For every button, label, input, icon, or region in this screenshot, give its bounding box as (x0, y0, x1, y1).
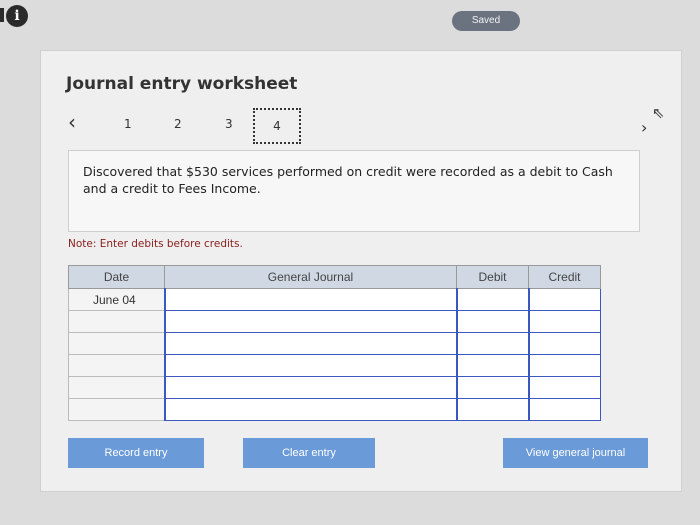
credit-input[interactable] (527, 376, 601, 399)
debit-input[interactable] (455, 310, 529, 333)
mouse-cursor-icon: ⇖ (652, 104, 665, 122)
worksheet-title: Journal entry worksheet (66, 74, 298, 94)
table-row (68, 376, 601, 399)
step-4-tab-active[interactable]: 4 (253, 108, 301, 144)
debit-column-header: Debit (456, 265, 529, 289)
info-icon[interactable]: i (6, 5, 28, 27)
account-input[interactable] (163, 310, 457, 333)
credit-input[interactable] (527, 288, 601, 311)
credit-input[interactable] (527, 310, 601, 333)
date-cell (68, 376, 165, 399)
step-2-tab[interactable]: 2 (174, 117, 182, 131)
credit-column-header: Credit (528, 265, 601, 289)
debit-input[interactable] (455, 376, 529, 399)
date-cell (68, 354, 165, 377)
table-row (68, 310, 601, 333)
credit-input[interactable] (527, 332, 601, 355)
general-journal-column-header: General Journal (164, 265, 457, 289)
date-cell: June 04 (68, 288, 165, 311)
view-general-journal-button[interactable]: View general journal (503, 438, 648, 468)
account-input[interactable] (163, 376, 457, 399)
table-row (68, 398, 601, 421)
saved-status-badge: Saved (452, 11, 520, 31)
table-row: June 04 (68, 288, 601, 311)
account-input[interactable] (163, 354, 457, 377)
debit-input[interactable] (455, 288, 529, 311)
clear-entry-button[interactable]: Clear entry (243, 438, 375, 468)
transaction-description: Discovered that $530 services performed … (68, 150, 640, 232)
instruction-note: Note: Enter debits before credits. (68, 238, 243, 250)
record-entry-button[interactable]: Record entry (68, 438, 204, 468)
journal-entry-table: Date General Journal Debit Credit June 0… (68, 265, 601, 421)
previous-step-button[interactable]: ‹ (68, 110, 76, 134)
window-edge-mark (0, 8, 4, 22)
table-header-row: Date General Journal Debit Credit (68, 265, 601, 289)
table-row (68, 354, 601, 377)
credit-input[interactable] (527, 354, 601, 377)
credit-input[interactable] (527, 398, 601, 421)
date-column-header: Date (68, 265, 165, 289)
account-input[interactable] (163, 288, 457, 311)
debit-input[interactable] (455, 354, 529, 377)
date-cell (68, 310, 165, 333)
debit-input[interactable] (455, 332, 529, 355)
date-cell (68, 398, 165, 421)
step-3-tab[interactable]: 3 (225, 117, 233, 131)
step-1-tab[interactable]: 1 (124, 117, 132, 131)
debit-input[interactable] (455, 398, 529, 421)
account-input[interactable] (163, 332, 457, 355)
date-cell (68, 332, 165, 355)
account-input[interactable] (163, 398, 457, 421)
table-row (68, 332, 601, 355)
next-step-button[interactable]: › (641, 118, 647, 137)
